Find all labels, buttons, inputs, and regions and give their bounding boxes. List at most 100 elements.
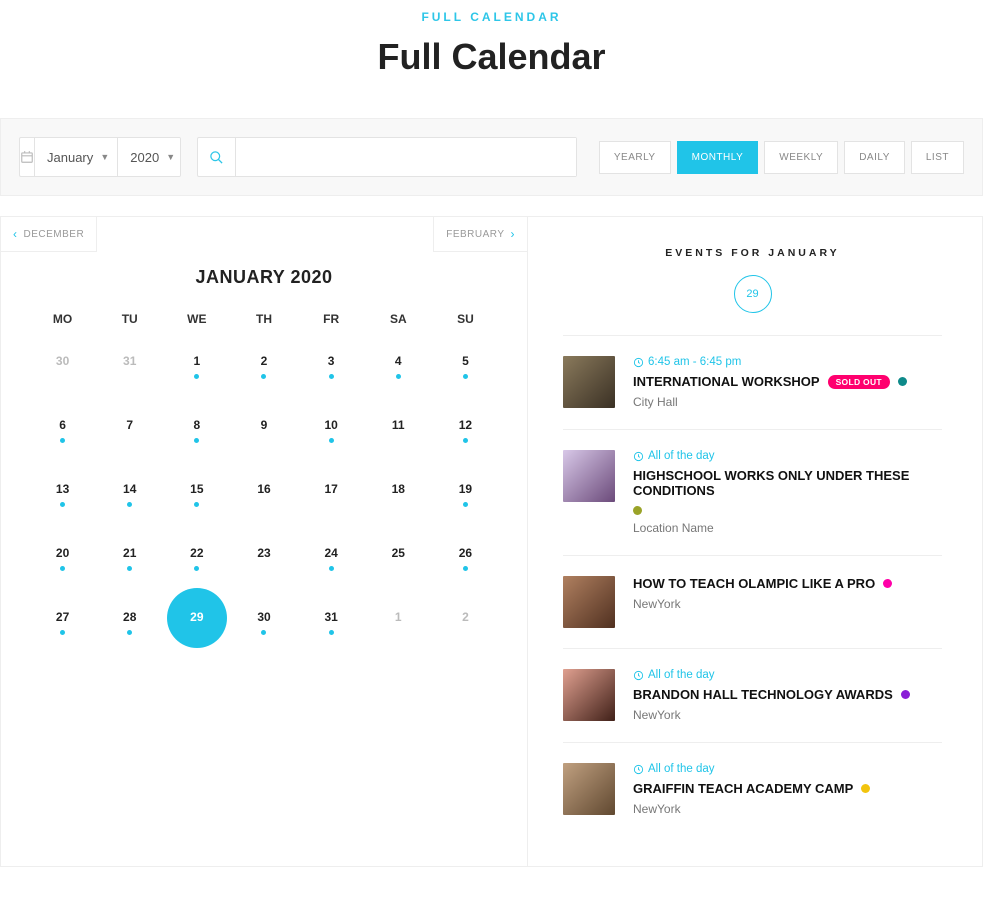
event-dot-icon xyxy=(127,566,132,571)
calendar-day[interactable]: 23 xyxy=(230,546,297,580)
event-item[interactable]: All of the day HIGHSCHOOL WORKS ONLY UNDE… xyxy=(563,429,942,555)
view-tab-yearly[interactable]: YEARLY xyxy=(599,141,671,174)
calendar-day[interactable]: 26 xyxy=(432,546,499,580)
view-tab-monthly[interactable]: MONTHLY xyxy=(677,141,759,174)
calendar-day[interactable]: 10 xyxy=(298,418,365,452)
calendar-day[interactable]: 1 xyxy=(163,354,230,388)
calendar-day[interactable]: 2 xyxy=(230,354,297,388)
month-select[interactable]: January ▼ xyxy=(35,138,118,176)
calendar-day[interactable]: 21 xyxy=(96,546,163,580)
event-dot-icon xyxy=(463,502,468,507)
event-item[interactable]: 6:45 am - 6:45 pm INTERNATIONAL WORKSHOP S… xyxy=(563,335,942,429)
view-tab-daily[interactable]: DAILY xyxy=(844,141,905,174)
calendar-day[interactable]: 13 xyxy=(29,482,96,516)
year-select[interactable]: 2020 ▼ xyxy=(118,138,181,176)
prev-month-button[interactable]: ‹ DECEMBER xyxy=(0,216,97,252)
search-input[interactable] xyxy=(236,138,576,176)
calendar-day[interactable]: 15 xyxy=(163,482,230,516)
view-tab-weekly[interactable]: WEEKLY xyxy=(764,141,838,174)
event-dot-icon xyxy=(194,502,199,507)
event-dot-icon xyxy=(60,438,65,443)
calendar-day[interactable]: 11 xyxy=(365,418,432,452)
calendar-day[interactable]: 12 xyxy=(432,418,499,452)
calendar-day[interactable]: 4 xyxy=(365,354,432,388)
view-tab-list[interactable]: LIST xyxy=(911,141,964,174)
event-title: INTERNATIONAL WORKSHOP xyxy=(633,374,820,389)
event-dot-icon xyxy=(463,438,468,443)
calendar-day[interactable]: 30 xyxy=(230,610,297,644)
weekday-header: TU xyxy=(96,312,163,326)
search-icon[interactable] xyxy=(198,138,236,176)
sold-out-badge: SOLD OUT xyxy=(828,375,890,389)
month-select-value: January xyxy=(47,150,93,165)
calendar-day[interactable]: 9 xyxy=(230,418,297,452)
event-time: All of the day xyxy=(633,450,942,462)
calendar-day[interactable]: 19 xyxy=(432,482,499,516)
calendar-day[interactable]: 16 xyxy=(230,482,297,516)
calendar-day[interactable]: 25 xyxy=(365,546,432,580)
event-dot-icon xyxy=(463,566,468,571)
weekday-header: SU xyxy=(432,312,499,326)
event-title: GRAIFFIN TEACH ACADEMY CAMP xyxy=(633,781,853,796)
event-dot-icon xyxy=(261,374,266,379)
events-column: EVENTS FOR JANUARY 29 6:45 am - 6:45 pmI… xyxy=(528,217,982,866)
weekday-header: TH xyxy=(230,312,297,326)
calendar-day[interactable]: 18 xyxy=(365,482,432,516)
calendar-day[interactable]: 14 xyxy=(96,482,163,516)
event-thumbnail xyxy=(563,576,615,628)
event-item[interactable]: All of the dayBRANDON HALL TECHNOLOGY AW… xyxy=(563,648,942,742)
calendar-day[interactable]: 29 xyxy=(163,610,230,644)
event-thumbnail xyxy=(563,763,615,815)
event-location: NewYork xyxy=(633,597,942,611)
event-dot-icon xyxy=(127,502,132,507)
event-location: NewYork xyxy=(633,708,942,722)
event-title: HIGHSCHOOL WORKS ONLY UNDER THESE CONDIT… xyxy=(633,468,942,498)
calendar-day[interactable]: 8 xyxy=(163,418,230,452)
clock-icon xyxy=(633,451,644,462)
calendar-day: 31 xyxy=(96,354,163,388)
event-item[interactable]: All of the dayGRAIFFIN TEACH ACADEMY CAM… xyxy=(563,742,942,836)
calendar-day[interactable]: 27 xyxy=(29,610,96,644)
event-time: 6:45 am - 6:45 pm xyxy=(633,356,942,368)
chevron-down-icon: ▼ xyxy=(166,152,175,162)
weekday-header: MO xyxy=(29,312,96,326)
prev-month-label: DECEMBER xyxy=(24,229,85,240)
calendar-day[interactable]: 20 xyxy=(29,546,96,580)
event-dot-icon xyxy=(127,630,132,635)
calendar-day[interactable]: 3 xyxy=(298,354,365,388)
category-dot-icon xyxy=(861,784,870,793)
calendar-day[interactable]: 7 xyxy=(96,418,163,452)
event-title: HOW TO TEACH OLAMPIC LIKE A PRO xyxy=(633,576,875,591)
calendar-day[interactable]: 28 xyxy=(96,610,163,644)
event-dot-icon xyxy=(60,630,65,635)
date-select-group: January ▼ 2020 ▼ xyxy=(19,137,181,177)
calendar-column: ‹ DECEMBER FEBRUARY › JANUARY 2020 MOTUW… xyxy=(1,217,528,866)
next-month-button[interactable]: FEBRUARY › xyxy=(433,216,528,252)
event-dot-icon xyxy=(329,438,334,443)
main-panel: ‹ DECEMBER FEBRUARY › JANUARY 2020 MOTUW… xyxy=(0,216,983,867)
calendar-day[interactable]: 17 xyxy=(298,482,365,516)
event-dot-icon xyxy=(329,374,334,379)
calendar-day[interactable]: 5 xyxy=(432,354,499,388)
event-thumbnail xyxy=(563,669,615,721)
page-title: Full Calendar xyxy=(0,36,983,78)
calendar-day[interactable]: 24 xyxy=(298,546,365,580)
event-time: All of the day xyxy=(633,669,942,681)
event-item[interactable]: HOW TO TEACH OLAMPIC LIKE A PRO NewYork xyxy=(563,555,942,648)
calendar-day: 30 xyxy=(29,354,96,388)
calendar-day[interactable]: 22 xyxy=(163,546,230,580)
weekday-header: WE xyxy=(163,312,230,326)
event-dot-icon xyxy=(329,630,334,635)
next-month-label: FEBRUARY xyxy=(446,229,504,240)
event-dot-icon xyxy=(463,374,468,379)
calendar-title: JANUARY 2020 xyxy=(29,267,499,288)
event-dot-icon xyxy=(329,566,334,571)
calendar-day: 1 xyxy=(365,610,432,644)
calendar-day[interactable]: 31 xyxy=(298,610,365,644)
calendar-day[interactable]: 6 xyxy=(29,418,96,452)
view-tabs: YEARLYMONTHLYWEEKLYDAILYLIST xyxy=(593,141,964,174)
category-dot-icon xyxy=(898,377,907,386)
event-dot-icon xyxy=(194,374,199,379)
event-dot-icon xyxy=(60,566,65,571)
category-dot-icon xyxy=(633,506,642,515)
